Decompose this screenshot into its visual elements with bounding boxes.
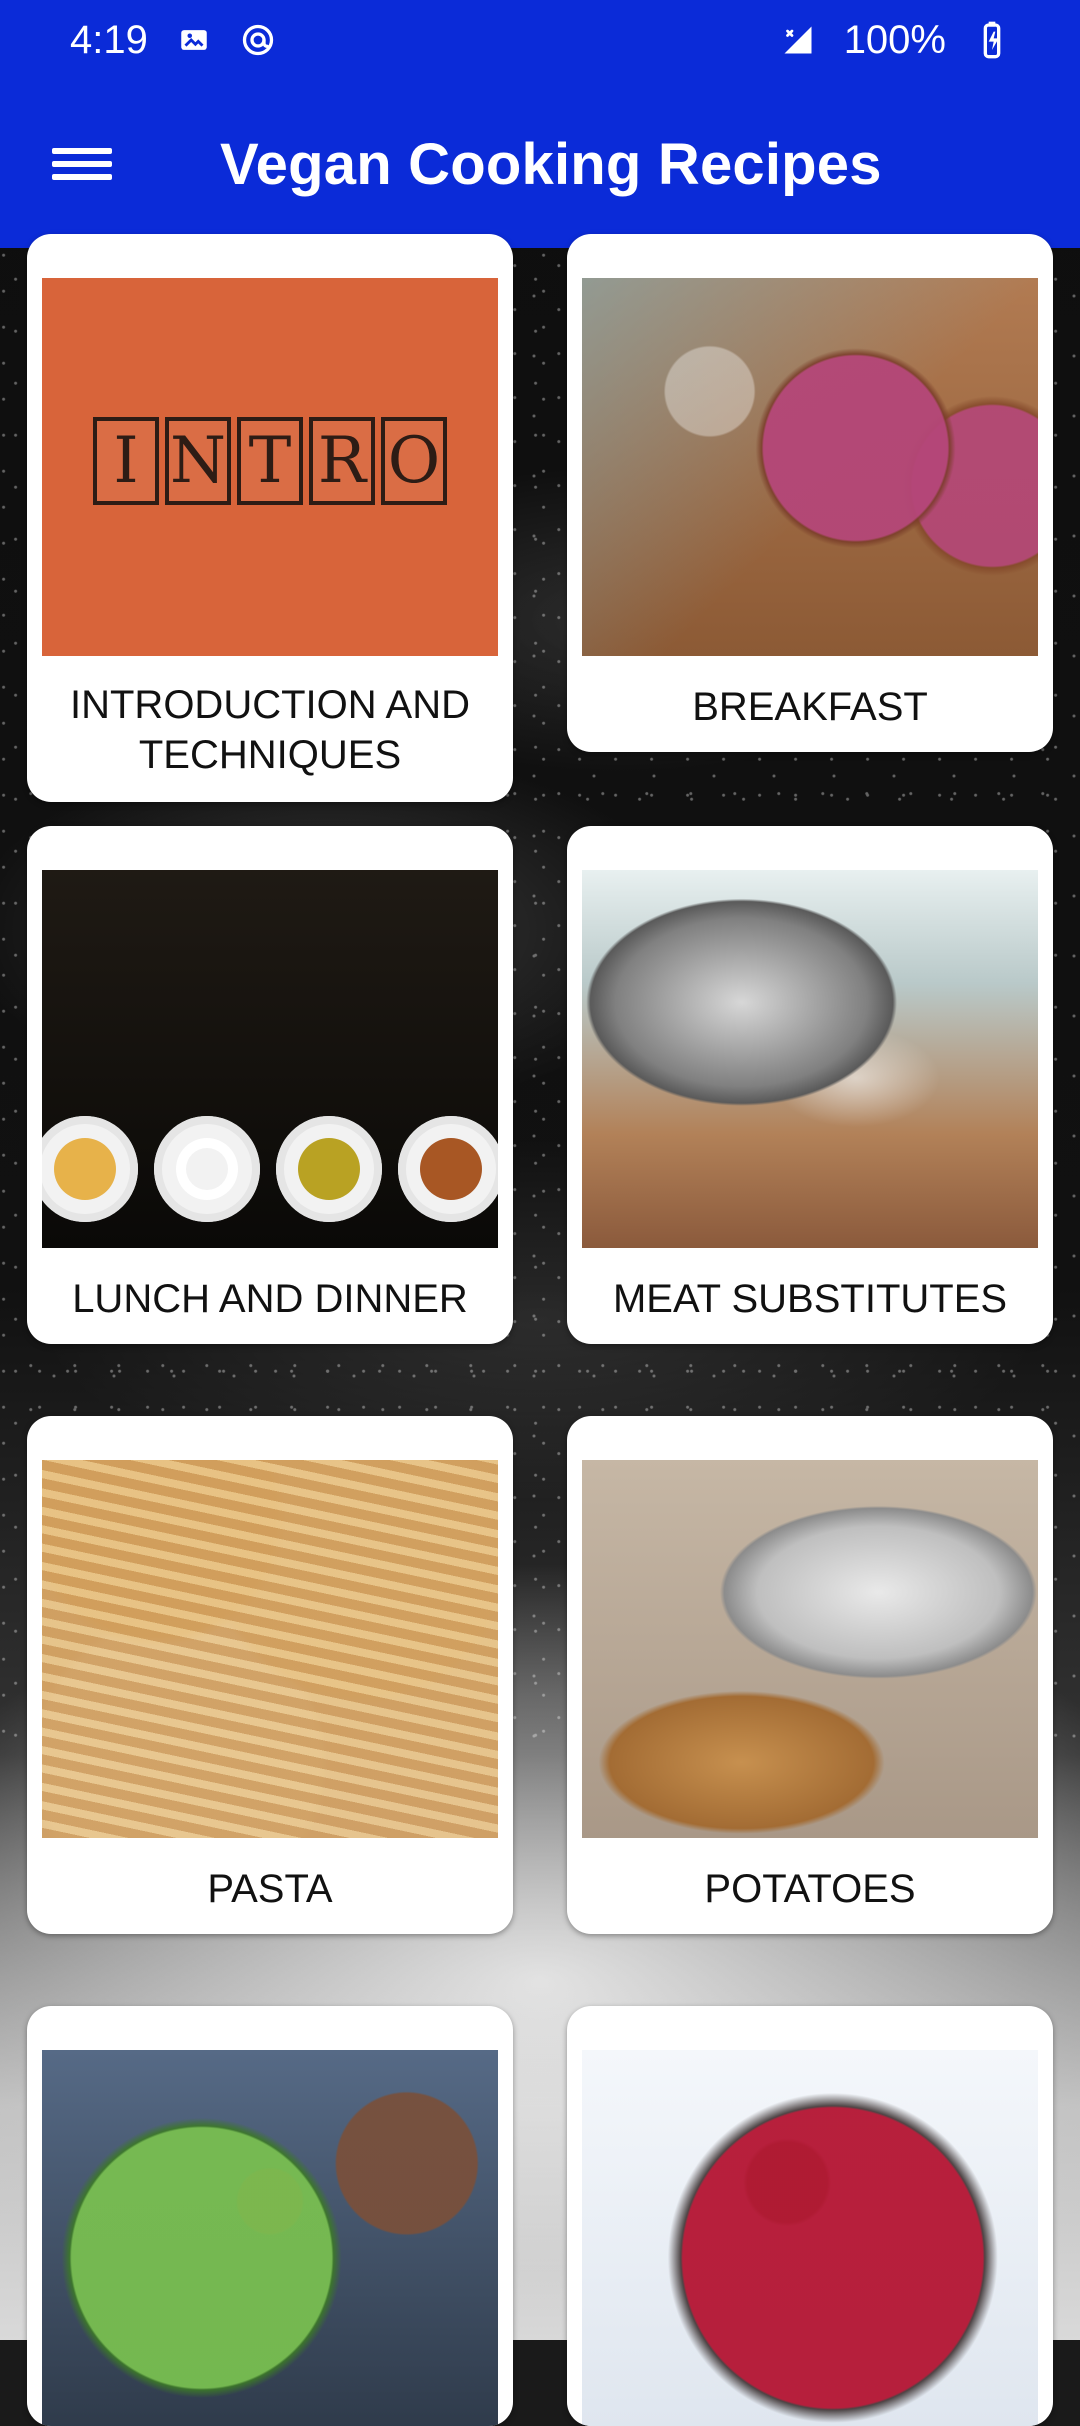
category-card[interactable] bbox=[567, 2006, 1053, 2426]
lunch-dinner-plates-photo bbox=[42, 870, 498, 1248]
plate bbox=[154, 1116, 260, 1222]
category-label: POTATOES bbox=[704, 1867, 916, 1911]
intro-photo: INTRO bbox=[42, 278, 498, 656]
category-grid: INTRO INTRODUCTION AND TECHNIQUES BREAKF… bbox=[0, 0, 1080, 2426]
plate bbox=[276, 1116, 382, 1222]
category-label: LUNCH AND DINNER bbox=[72, 1277, 468, 1321]
category-label: PASTA bbox=[207, 1867, 333, 1911]
category-label: MEAT SUBSTITUTES bbox=[612, 1277, 1008, 1321]
intro-letters-graphic: INTRO bbox=[93, 417, 447, 505]
category-card[interactable]: LUNCH AND DINNER bbox=[27, 826, 513, 1344]
plate bbox=[398, 1116, 498, 1222]
category-card[interactable]: PASTA bbox=[27, 1416, 513, 1934]
salad-photo bbox=[42, 2050, 498, 2426]
beet-dish-photo bbox=[582, 2050, 1038, 2426]
category-label: INTRODUCTION AND TECHNIQUES bbox=[70, 683, 470, 777]
potatoes-pot-photo bbox=[582, 1460, 1038, 1838]
category-card[interactable]: MEAT SUBSTITUTES bbox=[567, 826, 1053, 1344]
grill-photo bbox=[582, 870, 1038, 1248]
breakfast-bowls-photo bbox=[582, 278, 1038, 656]
category-card[interactable]: POTATOES bbox=[567, 1416, 1053, 1934]
category-label: BREAKFAST bbox=[692, 685, 928, 729]
category-card[interactable]: BREAKFAST bbox=[567, 234, 1053, 752]
category-card[interactable] bbox=[27, 2006, 513, 2426]
category-card[interactable]: INTRO INTRODUCTION AND TECHNIQUES bbox=[27, 234, 513, 802]
pasta-photo bbox=[42, 1460, 498, 1838]
plate bbox=[42, 1116, 138, 1222]
